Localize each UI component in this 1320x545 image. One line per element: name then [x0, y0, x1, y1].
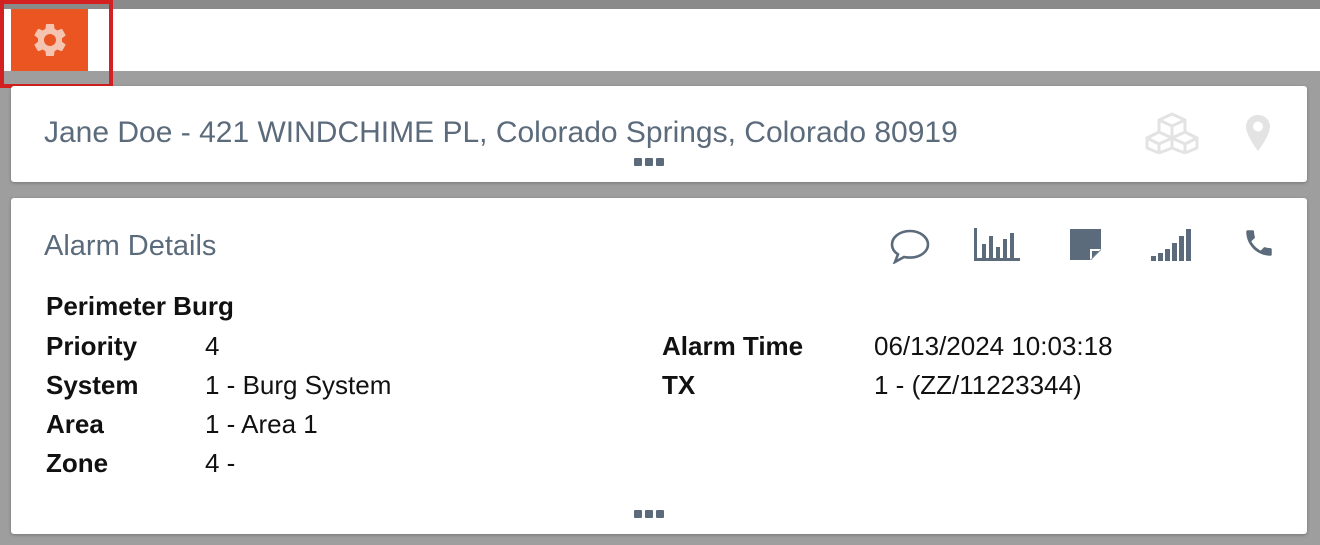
detail-label: Area [46, 409, 104, 439]
detail-row-zone: Zone [46, 448, 108, 479]
detail-value: 1 - Area 1 [205, 409, 318, 439]
section-title: Alarm Details [44, 230, 217, 262]
expand-customer-button[interactable] [634, 158, 664, 166]
alarm-details-card: Alarm Details Perimeter Burg Priority 4 … [11, 198, 1307, 534]
comment-icon[interactable] [889, 228, 931, 264]
detail-row-tx: TX [662, 370, 695, 401]
detail-row-alarm-time: Alarm Time [662, 331, 803, 362]
detail-value: 4 - [205, 448, 236, 478]
settings-highlight [0, 0, 113, 88]
map-pin-icon[interactable] [1245, 114, 1271, 152]
detail-value: 06/13/2024 10:03:18 [874, 331, 1113, 361]
customer-title: Jane Doe - 421 WINDCHIME PL, Colorado Sp… [44, 116, 958, 149]
detail-row-priority: Priority [46, 331, 137, 362]
expand-alarm-button[interactable] [634, 510, 664, 518]
detail-label: Alarm Time [662, 331, 804, 361]
phone-icon[interactable] [1242, 226, 1276, 260]
detail-value: 1 - (ZZ/11223344) [874, 370, 1082, 400]
detail-label: TX [662, 370, 696, 400]
alarm-event-name: Perimeter Burg [46, 291, 234, 321]
detail-label: Zone [46, 448, 109, 478]
customer-card: Jane Doe - 421 WINDCHIME PL, Colorado Sp… [11, 86, 1307, 182]
detail-value: 1 - Burg System [205, 370, 392, 400]
top-toolbar [0, 9, 1320, 71]
bar-chart-icon[interactable] [973, 228, 1021, 262]
detail-label: System [46, 370, 139, 400]
detail-row-system: System [46, 370, 139, 401]
detail-value: 4 [205, 331, 220, 361]
detail-label: Priority [46, 331, 138, 361]
signal-icon[interactable] [1151, 228, 1193, 262]
note-icon[interactable] [1068, 227, 1103, 262]
detail-row-area: Area [46, 409, 104, 440]
top-shadow [0, 0, 1320, 9]
cubes-icon[interactable] [1145, 112, 1199, 154]
